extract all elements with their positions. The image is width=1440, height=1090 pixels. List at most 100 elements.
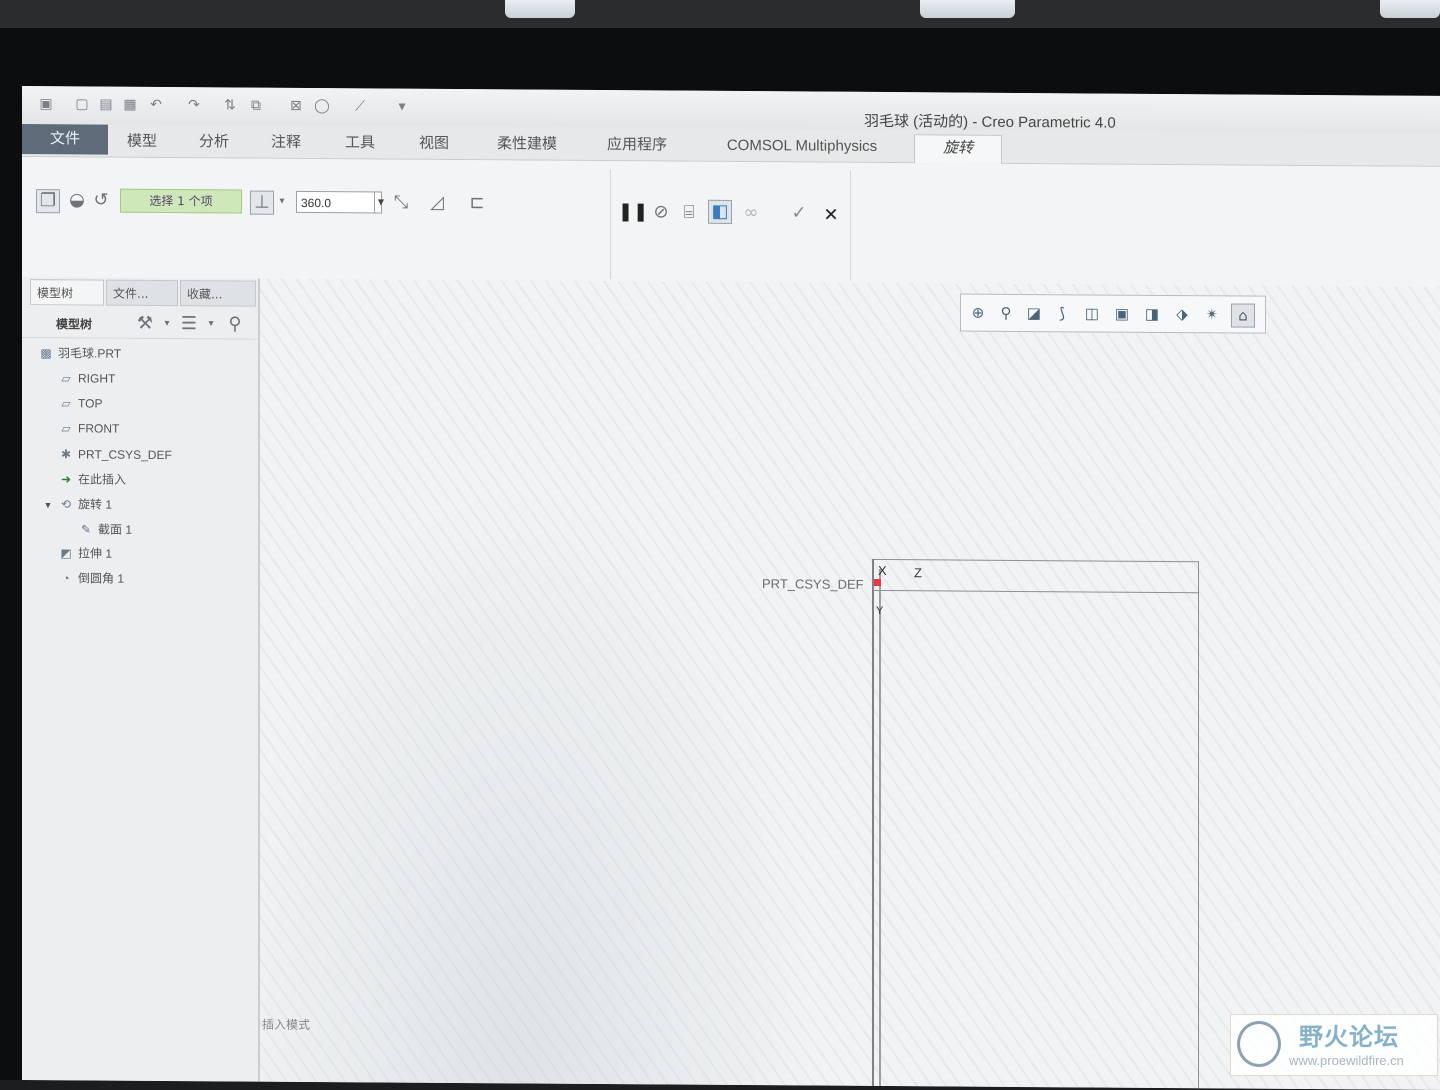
tab-folder-browser[interactable]: 文件... bbox=[106, 279, 178, 307]
display-style-icon[interactable]: ◫ bbox=[1081, 302, 1103, 324]
angle-type-icon[interactable]: ⊥ bbox=[250, 190, 274, 215]
surface-icon[interactable]: ◒ bbox=[66, 189, 88, 211]
display-style-icon[interactable]: ◯ bbox=[314, 98, 330, 114]
thicken-icon[interactable]: ⊏ bbox=[466, 192, 488, 214]
tab-annotate[interactable]: 注释 bbox=[254, 130, 318, 158]
new-file-icon[interactable]: ▢ bbox=[74, 96, 90, 112]
no-preview-icon[interactable]: ⊘ bbox=[650, 201, 672, 223]
sketch-geometry bbox=[872, 558, 1199, 1090]
axis-x-label: X bbox=[878, 562, 887, 579]
close-window-icon[interactable]: ⊠ bbox=[288, 98, 304, 114]
tab-model[interactable]: 模型 bbox=[110, 129, 174, 157]
tab-view[interactable]: 视图 bbox=[402, 131, 466, 159]
tree-item-part[interactable]: ▩ 羽毛球.PRT bbox=[38, 343, 121, 364]
repaint-icon[interactable]: ⟆ bbox=[1051, 302, 1073, 324]
remove-material-icon[interactable]: ◿ bbox=[426, 192, 448, 214]
zoom-in-icon[interactable]: ⚲ bbox=[995, 302, 1017, 324]
datum-display-icon[interactable]: ✴ bbox=[1201, 303, 1223, 325]
tab-flexible-modeling[interactable]: 柔性建模 bbox=[482, 131, 572, 160]
preview-icon[interactable]: ⌸ bbox=[678, 202, 700, 224]
confirm-check-icon[interactable]: ✓ bbox=[788, 202, 810, 224]
undo-icon[interactable]: ↶ bbox=[148, 97, 164, 113]
tree-item-label: TOP bbox=[78, 396, 103, 411]
windows-icon[interactable]: ⧉ bbox=[248, 98, 264, 114]
insert-arrow-icon: ➜ bbox=[60, 472, 72, 487]
round-icon: ◔ bbox=[62, 571, 70, 586]
sketch-tool-icon[interactable]: ⟋ bbox=[352, 98, 368, 114]
expand-triangle-icon[interactable]: ▼ bbox=[42, 495, 54, 515]
ceiling-light bbox=[505, 0, 575, 18]
refit-icon[interactable]: ⊕ bbox=[967, 302, 989, 324]
tab-tools[interactable]: 工具 bbox=[328, 130, 392, 158]
axis-z-label: Z bbox=[914, 565, 922, 581]
watermark-title: 野火论坛 bbox=[1299, 1023, 1399, 1051]
tab-file[interactable]: 文件 bbox=[22, 124, 108, 155]
tree-item-round[interactable]: ◔ 倒圆角 1 bbox=[58, 568, 124, 588]
ribbon-separator bbox=[610, 169, 611, 280]
save-icon[interactable]: ▦ bbox=[122, 97, 138, 113]
revolve-axis-icon[interactable]: ↺ bbox=[90, 189, 112, 211]
open-file-icon[interactable]: ▤ bbox=[98, 97, 114, 113]
favorites-tab-label: 收藏... bbox=[187, 287, 223, 302]
tab-applications[interactable]: 应用程序 bbox=[592, 132, 682, 161]
view-manager-icon[interactable]: ◨ bbox=[1141, 303, 1163, 325]
chevron-down-icon[interactable]: ▾ bbox=[276, 191, 288, 213]
chevron-down-icon[interactable]: ▾ bbox=[156, 313, 178, 335]
tree-item-extrude[interactable]: ◩ 拉伸 1 bbox=[58, 543, 112, 563]
extrude-icon: ◩ bbox=[60, 546, 72, 561]
tree-item-label: 拉伸 1 bbox=[78, 546, 113, 561]
insert-mode-indicator: 插入模式 bbox=[262, 1017, 311, 1033]
tab-revolve[interactable]: 旋转 bbox=[914, 134, 1002, 164]
screen-moire-overlay bbox=[260, 278, 1440, 1090]
csys-origin-marker bbox=[874, 578, 881, 586]
tree-item-label: 截面 1 bbox=[98, 522, 133, 537]
glasses-icon[interactable]: ∞ bbox=[740, 202, 762, 224]
tab-comsol[interactable]: COMSOL Multiphysics bbox=[702, 133, 902, 162]
tree-item-label: 羽毛球.PRT bbox=[58, 346, 122, 361]
perspective-icon[interactable]: ⬗ bbox=[1171, 303, 1193, 325]
sketch-view-icon[interactable]: ⌂ bbox=[1231, 303, 1255, 328]
tab-model-tree[interactable]: 模型树 bbox=[30, 279, 104, 306]
tree-item-right-plane[interactable]: ▱ RIGHT bbox=[58, 368, 115, 388]
tab-analysis[interactable]: 分析 bbox=[182, 129, 246, 157]
tree-item-insert-here[interactable]: ➜ 在此插入 bbox=[58, 469, 126, 489]
axis-selection-collector[interactable]: 选择 1 个项 bbox=[120, 188, 242, 214]
pause-icon[interactable]: ❚❚ bbox=[618, 201, 648, 223]
tree-item-revolve[interactable]: ▼ ⟲ 旋转 1 bbox=[42, 494, 112, 514]
forum-logo-icon bbox=[1237, 1021, 1281, 1067]
tree-item-csys[interactable]: ✱ PRT_CSYS_DEF bbox=[58, 444, 172, 465]
centerline bbox=[879, 568, 881, 1090]
solid-icon[interactable]: ❐ bbox=[36, 189, 60, 214]
datum-plane-icon: ▱ bbox=[61, 396, 71, 411]
tree-filter-icon[interactable]: ⚲ bbox=[224, 313, 246, 335]
angle-input[interactable]: 360.0 bbox=[296, 190, 382, 214]
csys-icon: ✱ bbox=[60, 447, 72, 462]
chevron-down-icon[interactable]: ▾ bbox=[200, 313, 222, 335]
tree-item-label: PRT_CSYS_DEF bbox=[78, 447, 172, 463]
zoom-out-icon[interactable]: ◪ bbox=[1023, 302, 1045, 324]
datum-plane-icon: ▱ bbox=[61, 371, 71, 386]
tab-favorites[interactable]: 收藏... bbox=[180, 280, 256, 307]
saved-orientations-icon[interactable]: ▣ bbox=[1111, 303, 1133, 325]
tree-item-label: 倒圆角 1 bbox=[78, 571, 125, 586]
tree-settings-icon[interactable]: ⚒ bbox=[134, 313, 156, 335]
graphics-window[interactable]: ⊕ ⚲ ◪ ⟆ ◫ ▣ ◨ ⬗ ✴ ⌂ PRT_CSYS_DEF X Z Y bbox=[260, 278, 1440, 1090]
tree-item-section[interactable]: ✎ 截面 1 bbox=[78, 519, 132, 539]
app-menu-icon[interactable]: ▣ bbox=[38, 96, 54, 112]
redo-icon[interactable]: ↷ bbox=[186, 97, 202, 113]
cancel-x-icon[interactable]: ✕ bbox=[820, 205, 842, 227]
sketch-icon: ✎ bbox=[80, 522, 92, 537]
show-icon[interactable]: ☰ bbox=[178, 313, 200, 335]
verify-icon[interactable]: ◧ bbox=[708, 199, 732, 224]
part-icon: ▩ bbox=[40, 346, 52, 361]
tree-item-label: RIGHT bbox=[78, 371, 116, 386]
flip-direction-icon[interactable]: ⤡ bbox=[390, 192, 412, 214]
regenerate-icon[interactable]: ⇅ bbox=[222, 97, 238, 113]
ribbon-separator bbox=[850, 170, 851, 281]
customize-quick-access-icon[interactable]: ▾ bbox=[394, 99, 410, 115]
tree-item-front-plane[interactable]: ▱ FRONT bbox=[58, 418, 119, 438]
tree-item-top-plane[interactable]: ▱ TOP bbox=[58, 393, 102, 413]
angle-dropdown-icon[interactable]: ▼ bbox=[374, 191, 387, 214]
sketch-top-edge bbox=[874, 558, 1198, 594]
csys-label: PRT_CSYS_DEF bbox=[762, 576, 864, 592]
